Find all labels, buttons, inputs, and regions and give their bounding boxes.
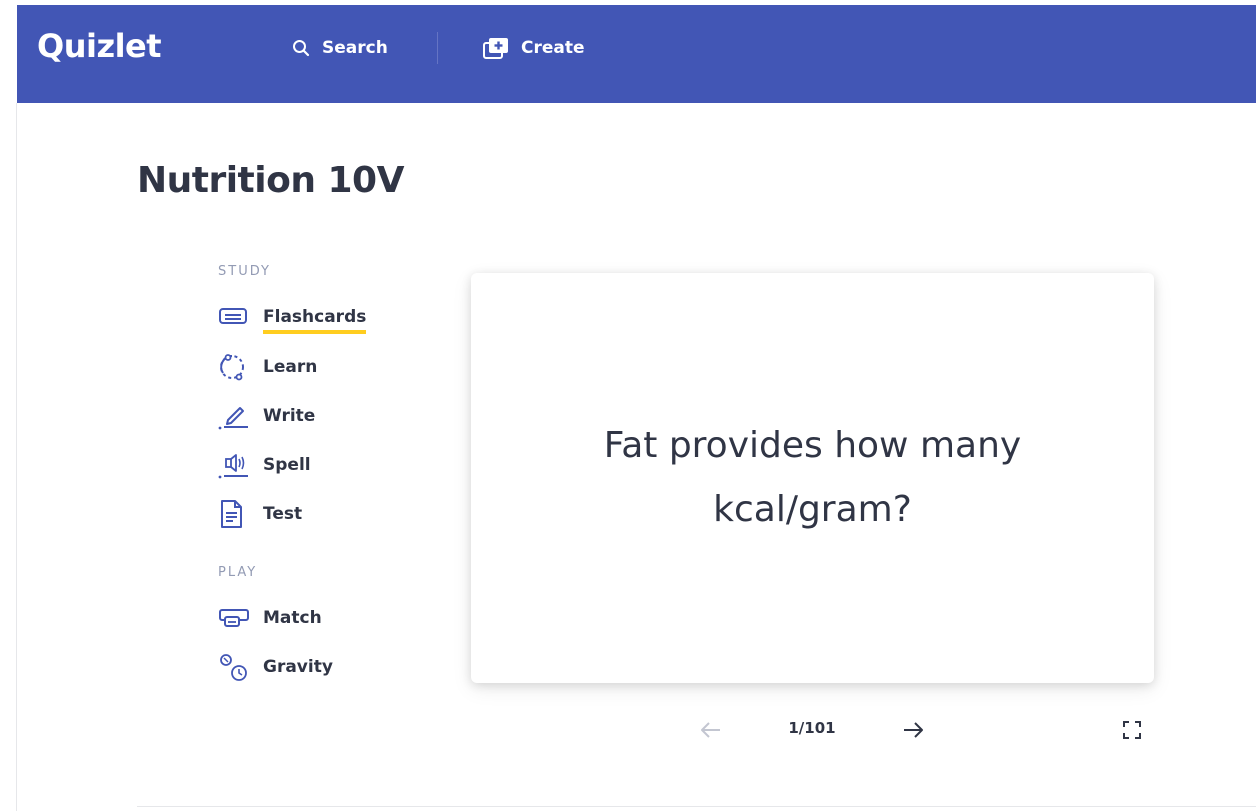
mode-spell[interactable]: Spell	[218, 451, 311, 479]
create-icon	[483, 38, 508, 59]
mode-label: Spell	[263, 455, 311, 475]
mode-learn[interactable]: Learn	[218, 353, 317, 381]
mode-test[interactable]: Test	[218, 500, 302, 528]
search-button[interactable]: Search	[292, 35, 388, 61]
play-heading: PLAY	[218, 565, 258, 580]
nav-divider	[437, 32, 438, 64]
window-edge-left	[0, 0, 17, 811]
mode-label: Test	[263, 504, 303, 524]
fullscreen-button[interactable]	[1119, 717, 1145, 743]
test-icon	[218, 500, 250, 528]
next-card-button[interactable]	[899, 716, 927, 744]
mode-match[interactable]: Match	[218, 604, 322, 632]
arrow-left-icon	[701, 722, 720, 738]
page-title: Nutrition 10V	[137, 160, 404, 201]
mode-label: Learn	[263, 357, 318, 377]
mode-label: Write	[263, 406, 316, 426]
search-icon	[293, 40, 310, 57]
learn-icon	[218, 353, 250, 381]
quizlet-logo[interactable]: Quizlet	[37, 27, 162, 65]
mode-label: Match	[263, 608, 322, 628]
search-label: Search	[322, 38, 388, 58]
gravity-icon	[218, 653, 250, 681]
mode-flashcards[interactable]: Flashcards	[218, 303, 367, 334]
arrow-right-icon	[904, 722, 923, 738]
fullscreen-icon	[1123, 721, 1141, 739]
mode-label: Flashcards	[263, 307, 367, 334]
card-counter: 1/101	[788, 719, 836, 737]
flashcards-icon	[218, 303, 250, 331]
write-icon	[218, 402, 250, 430]
create-label: Create	[521, 38, 585, 58]
window-border	[16, 103, 17, 811]
top-navigation-bar: Quizlet Search Create	[17, 5, 1256, 103]
flashcard-term: Fat provides how many kcal/gram?	[603, 425, 1022, 530]
flashcard[interactable]: Fat provides how many kcal/gram?	[471, 273, 1154, 683]
section-divider	[137, 806, 1256, 807]
mode-write[interactable]: Write	[218, 402, 315, 430]
mode-gravity[interactable]: Gravity	[218, 653, 333, 681]
match-icon	[218, 604, 250, 632]
study-heading: STUDY	[218, 264, 271, 279]
create-button[interactable]: Create	[483, 35, 585, 61]
previous-card-button[interactable]	[697, 716, 725, 744]
spell-icon	[218, 451, 250, 479]
mode-label: Gravity	[263, 657, 333, 677]
